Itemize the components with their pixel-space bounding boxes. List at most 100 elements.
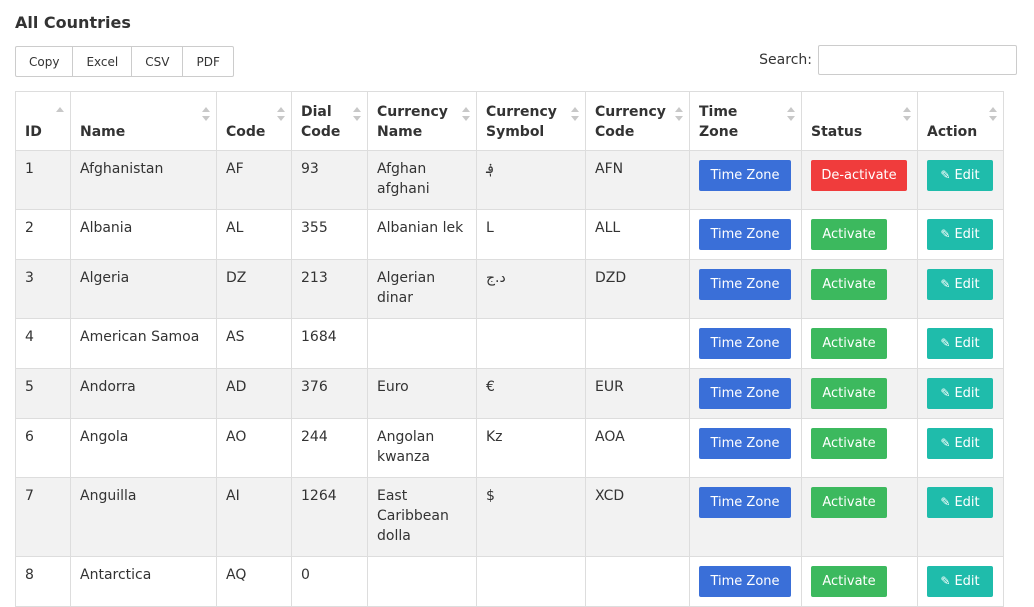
code-cell: AL — [216, 209, 292, 260]
currency-code-cell: XCD — [585, 477, 690, 557]
currency-name-cell: Afghan afghani — [367, 150, 477, 210]
edit-button[interactable]: ✎ Edit — [927, 378, 993, 409]
csv-button[interactable]: CSV — [131, 46, 184, 77]
name-cell: Algeria — [70, 259, 217, 319]
activate-button[interactable]: Activate — [811, 487, 887, 518]
currency-symbol-cell — [476, 556, 586, 607]
pencil-icon: ✎ — [940, 495, 951, 509]
sort-icon — [202, 107, 210, 121]
edit-button[interactable]: ✎ Edit — [927, 566, 993, 597]
edit-button[interactable]: ✎ Edit — [927, 328, 993, 359]
currency-symbol-cell: L — [476, 209, 586, 260]
copy-button[interactable]: Copy — [15, 46, 74, 77]
action-cell: ✎ Edit — [917, 259, 1004, 319]
column-header-label: Name — [80, 124, 126, 140]
time-zone-button[interactable]: Time Zone — [699, 487, 791, 518]
currency-name-cell: East Caribbean dolla — [367, 477, 477, 557]
currency-code-cell: EUR — [585, 368, 690, 419]
activate-button[interactable]: Activate — [811, 566, 887, 597]
status-cell: Activate — [801, 477, 918, 557]
currency-code-cell: DZD — [585, 259, 690, 319]
currency-name-cell: Albanian lek — [367, 209, 477, 260]
time-zone-button[interactable]: Time Zone — [699, 378, 791, 409]
column-header-time-zone[interactable]: Time Zone — [689, 91, 802, 151]
edit-label: Edit — [954, 386, 980, 401]
status-cell: Activate — [801, 318, 918, 369]
activate-button[interactable]: Activate — [811, 269, 887, 300]
pencil-icon: ✎ — [940, 277, 951, 291]
dial-code-cell: 0 — [291, 556, 368, 607]
code-cell: AS — [216, 318, 292, 369]
pdf-button[interactable]: PDF — [182, 46, 234, 77]
time-zone-button[interactable]: Time Zone — [699, 566, 791, 597]
action-cell: ✎ Edit — [917, 477, 1004, 557]
search-area: Search: — [759, 45, 1017, 75]
time-zone-cell: Time Zone — [689, 209, 802, 260]
sort-icon — [903, 107, 911, 121]
activate-button[interactable]: Activate — [811, 428, 887, 459]
id-cell: 7 — [15, 477, 71, 557]
edit-button[interactable]: ✎ Edit — [927, 219, 993, 250]
action-cell: ✎ Edit — [917, 318, 1004, 369]
pencil-icon: ✎ — [940, 336, 951, 350]
status-cell: Activate — [801, 209, 918, 260]
activate-button[interactable]: Activate — [811, 219, 887, 250]
action-cell: ✎ Edit — [917, 418, 1004, 478]
column-header-label: Time Zone — [699, 104, 739, 140]
column-header-code[interactable]: Code — [216, 91, 292, 151]
column-header-name[interactable]: Name — [70, 91, 217, 151]
id-cell: 5 — [15, 368, 71, 419]
edit-button[interactable]: ✎ Edit — [927, 160, 993, 191]
column-header-action[interactable]: Action — [917, 91, 1004, 151]
column-header-label: Code — [226, 124, 266, 140]
name-cell: Anguilla — [70, 477, 217, 557]
column-header-status[interactable]: Status — [801, 91, 918, 151]
status-cell: Activate — [801, 368, 918, 419]
excel-button[interactable]: Excel — [72, 46, 133, 77]
column-header-label: Status — [811, 124, 863, 140]
name-cell: Afghanistan — [70, 150, 217, 210]
code-cell: AO — [216, 418, 292, 478]
column-header-currency-symbol[interactable]: Currency Symbol — [476, 91, 586, 151]
table-row: 2 Albania AL 355 Albanian lek L ALL Time Zone Ac… — [15, 209, 1004, 260]
time-zone-button[interactable]: Time Zone — [699, 428, 791, 459]
edit-button[interactable]: ✎ Edit — [927, 269, 993, 300]
column-header-label: Dial Code — [301, 104, 341, 140]
action-cell: ✎ Edit — [917, 368, 1004, 419]
edit-button[interactable]: ✎ Edit — [927, 487, 993, 518]
name-cell: Angola — [70, 418, 217, 478]
action-cell: ✎ Edit — [917, 209, 1004, 260]
currency-symbol-cell: ؋ — [476, 150, 586, 210]
column-header-dial-code[interactable]: Dial Code — [291, 91, 368, 151]
currency-name-cell: Algerian dinar — [367, 259, 477, 319]
currency-name-cell — [367, 556, 477, 607]
sort-icon — [277, 107, 285, 121]
currency-symbol-cell: د.ج — [476, 259, 586, 319]
sort-icon — [989, 107, 997, 121]
edit-label: Edit — [954, 168, 980, 183]
column-header-id[interactable]: ID — [15, 91, 71, 151]
dial-code-cell: 213 — [291, 259, 368, 319]
pencil-icon: ✎ — [940, 436, 951, 450]
time-zone-button[interactable]: Time Zone — [699, 269, 791, 300]
deactivate-button[interactable]: De-activate — [811, 160, 907, 191]
activate-button[interactable]: Activate — [811, 378, 887, 409]
activate-button[interactable]: Activate — [811, 328, 887, 359]
search-input[interactable] — [818, 45, 1017, 75]
time-zone-cell: Time Zone — [689, 418, 802, 478]
dial-code-cell: 93 — [291, 150, 368, 210]
edit-label: Edit — [954, 277, 980, 292]
column-header-currency-code[interactable]: Currency Code — [585, 91, 690, 151]
time-zone-button[interactable]: Time Zone — [699, 160, 791, 191]
time-zone-button[interactable]: Time Zone — [699, 328, 791, 359]
table-row: 7 Anguilla AI 1264 East Caribbean dolla $ XCD T… — [15, 477, 1004, 557]
sort-icon — [675, 107, 683, 121]
time-zone-button[interactable]: Time Zone — [699, 219, 791, 250]
edit-label: Edit — [954, 336, 980, 351]
column-header-currency-name[interactable]: Currency Name — [367, 91, 477, 151]
table-row: 3 Algeria DZ 213 Algerian dinar د.ج DZD Time Zo… — [15, 259, 1004, 319]
countries-table: ID Name Code Dial Code Currency Name Currency… — [15, 91, 1004, 607]
code-cell: DZ — [216, 259, 292, 319]
edit-button[interactable]: ✎ Edit — [927, 428, 993, 459]
sort-ascending-icon — [56, 107, 64, 121]
